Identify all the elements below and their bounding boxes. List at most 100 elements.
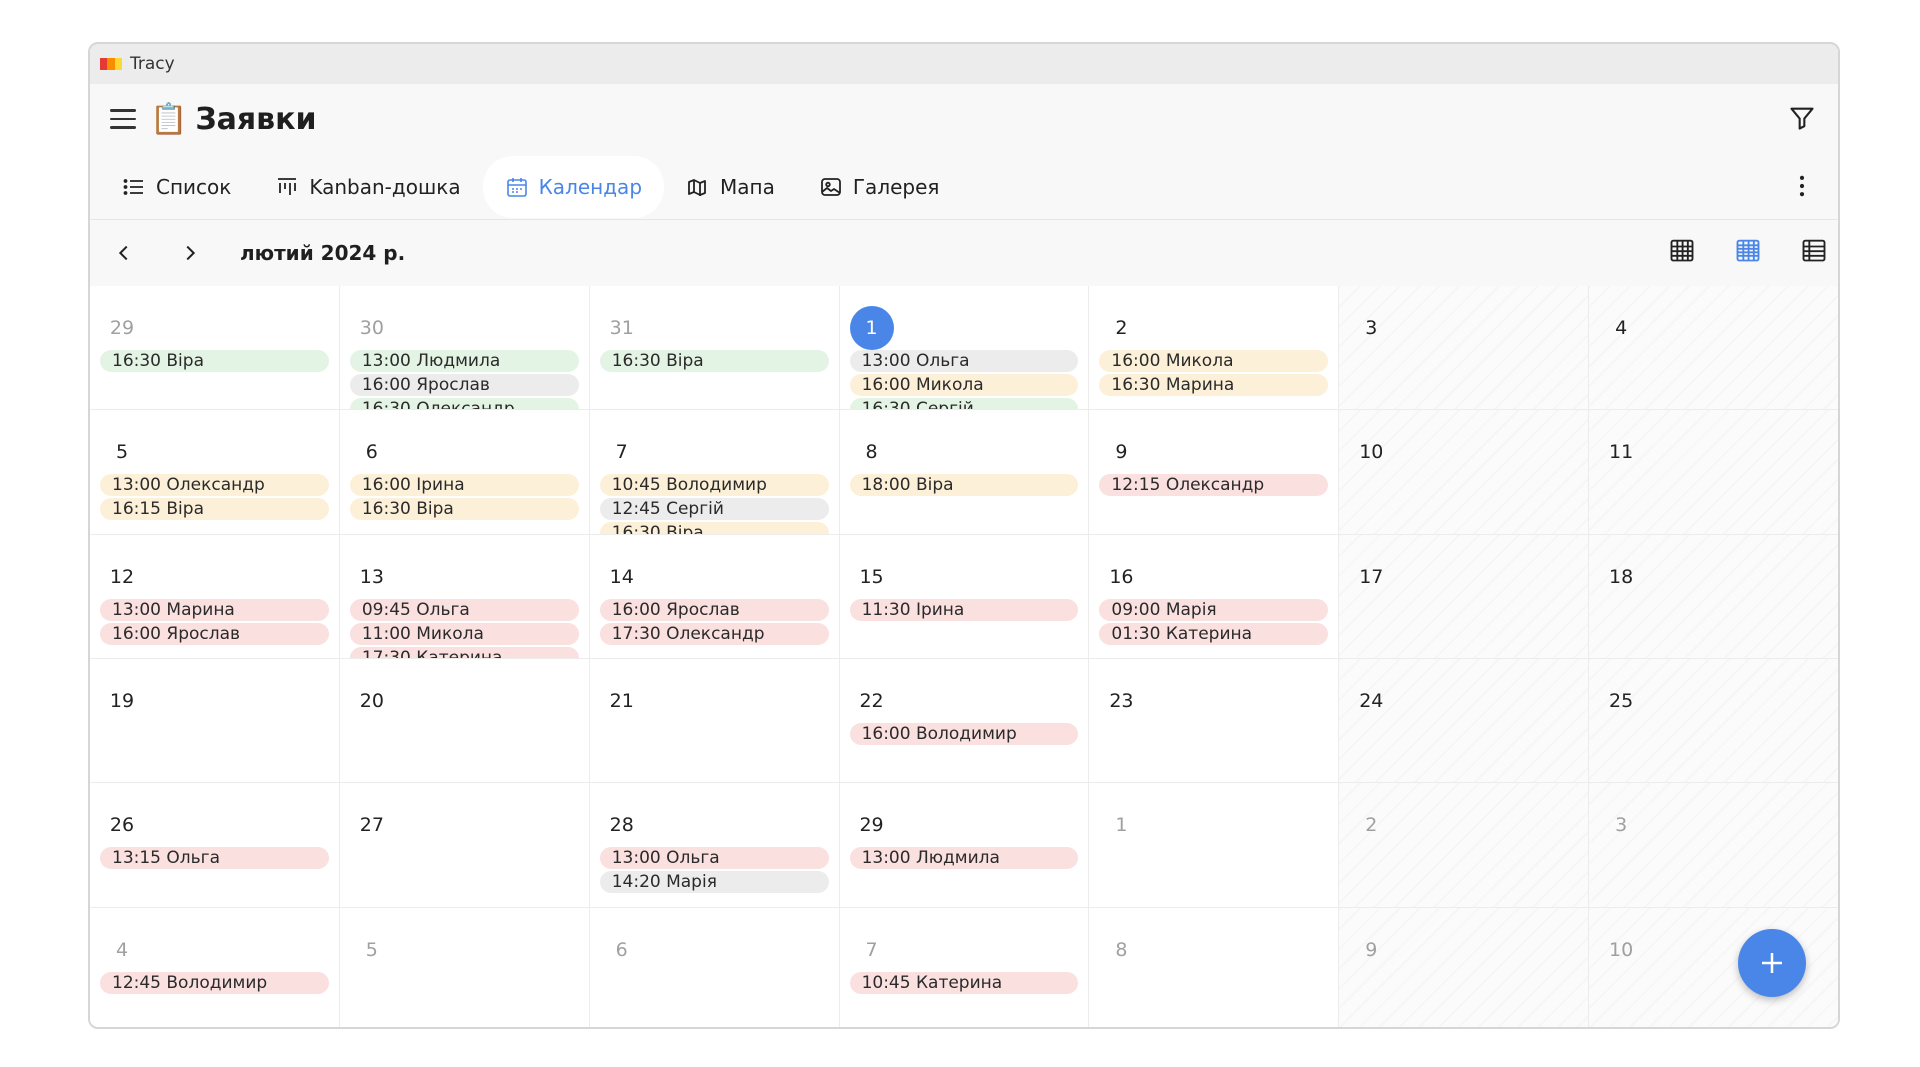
day-number: 6: [365, 441, 378, 464]
calendar-day-cell[interactable]: 4: [1589, 286, 1838, 410]
calendar-day-cell[interactable]: 8: [1089, 907, 1339, 1027]
calendar-day-cell[interactable]: 5 13:00 Олександр 16:15 Віра: [90, 410, 339, 534]
month-view-icon[interactable]: [1668, 236, 1696, 264]
calendar-event[interactable]: 13:00 Ольга: [849, 350, 1079, 372]
calendar-event[interactable]: 16:15 Віра: [100, 498, 329, 521]
calendar-event[interactable]: 16:00 Володимир: [849, 723, 1079, 745]
calendar-day-cell[interactable]: 31 16:30 Віра: [589, 286, 839, 410]
calendar-day-cell[interactable]: 10: [1339, 410, 1589, 534]
calendar-event[interactable]: 16:30 Віра: [599, 522, 829, 534]
calendar-event[interactable]: 16:00 Микола: [849, 374, 1079, 396]
week-grid-view-icon[interactable]: [1734, 236, 1762, 264]
calendar-day-cell[interactable]: 17: [1339, 534, 1589, 658]
calendar-event[interactable]: 10:45 Володимир: [599, 474, 829, 497]
calendar-event[interactable]: 13:00 Ольга: [599, 847, 829, 870]
tab-map[interactable]: Мапа: [664, 156, 797, 218]
calendar-day-cell[interactable]: 1: [1089, 783, 1339, 907]
tab-calendar[interactable]: Календар: [482, 155, 665, 218]
calendar-day-cell[interactable]: 19: [90, 659, 339, 783]
calendar-event[interactable]: 16:30 Віра: [100, 350, 329, 372]
calendar-day-cell[interactable]: 24: [1339, 659, 1589, 783]
calendar-event[interactable]: 01:30 Катерина: [1099, 622, 1329, 645]
tab-list[interactable]: Список: [100, 156, 253, 218]
calendar-day-cell[interactable]: 6 16:00 Ірина 16:30 Віра: [339, 410, 589, 534]
tab-kanban[interactable]: Kanban-дошка: [253, 156, 482, 218]
prev-month-button[interactable]: [104, 233, 144, 273]
calendar-event[interactable]: 13:00 Олександр: [100, 474, 329, 497]
calendar-event[interactable]: 18:00 Віра: [849, 474, 1079, 497]
calendar-day-cell[interactable]: 12 13:00 Марина 16:00 Ярослав: [90, 534, 339, 658]
calendar-day-cell[interactable]: 21: [589, 659, 839, 783]
calendar-day-cell[interactable]: 11: [1589, 410, 1838, 534]
calendar-day-cell[interactable]: 26 13:15 Ольга: [90, 783, 339, 907]
calendar-event[interactable]: 16:30 Сергій: [849, 398, 1079, 410]
next-month-button[interactable]: [170, 233, 210, 273]
more-vertical-icon[interactable]: [1788, 172, 1816, 200]
list-icon: [123, 178, 143, 195]
calendar-day-cell[interactable]: 8 18:00 Віра: [839, 410, 1089, 534]
calendar-event[interactable]: 13:00 Марина: [100, 598, 329, 621]
calendar-day-cell[interactable]: 9: [1339, 907, 1589, 1027]
calendar-event[interactable]: 17:30 Катерина: [349, 646, 579, 658]
calendar-event[interactable]: 12:15 Олександр: [1099, 474, 1329, 497]
calendar-day-cell[interactable]: 4 12:45 Володимир: [90, 907, 339, 1027]
calendar-day-cell[interactable]: 1 13:00 Ольга 16:00 Микола 16:30 Сергій: [839, 286, 1089, 410]
calendar-event[interactable]: 16:30 Віра: [349, 498, 579, 521]
day-events: 13:00 Ольга 14:20 Марія: [599, 847, 829, 894]
calendar-event[interactable]: 16:00 Ярослав: [599, 598, 829, 621]
calendar-day-cell[interactable]: 16 09:00 Марія 01:30 Катерина: [1089, 534, 1339, 658]
calendar-event[interactable]: 11:30 Ірина: [849, 598, 1079, 621]
calendar-day-cell[interactable]: 29 16:30 Віра: [90, 286, 339, 410]
calendar-event[interactable]: 16:00 Микола: [1099, 350, 1329, 372]
calendar-event[interactable]: 16:30 Віра: [599, 350, 829, 372]
calendar-day-cell[interactable]: 2 16:00 Микола 16:30 Марина: [1089, 286, 1339, 410]
filter-icon[interactable]: [1788, 104, 1816, 132]
calendar-day-cell[interactable]: 18: [1589, 534, 1838, 658]
calendar-day-cell[interactable]: 2: [1339, 783, 1589, 907]
calendar-event[interactable]: 14:20 Марія: [599, 871, 829, 894]
add-request-button[interactable]: [1738, 929, 1806, 997]
calendar-day-cell[interactable]: 6: [589, 907, 839, 1027]
calendar-event[interactable]: 09:45 Ольга: [349, 598, 579, 621]
calendar-day-cell[interactable]: 28 13:00 Ольга 14:20 Марія: [589, 783, 839, 907]
calendar-day-cell[interactable]: 30 13:00 Людмила 16:00 Ярослав 16:30 Олекса…: [339, 286, 589, 410]
calendar-day-cell[interactable]: 3: [1589, 783, 1838, 907]
calendar-event[interactable]: 16:00 Ярослав: [349, 374, 579, 396]
calendar-day-cell[interactable]: 20: [339, 659, 589, 783]
tab-gallery[interactable]: Галерея: [797, 156, 962, 218]
calendar-event[interactable]: 09:00 Марія: [1099, 598, 1329, 621]
calendar-day-cell[interactable]: 7 10:45 Володимир 12:45 Сергій 16:30 Віра: [589, 410, 839, 534]
agenda-view-icon[interactable]: [1800, 236, 1828, 264]
calendar-day-cell[interactable]: 25: [1589, 659, 1838, 783]
calendar-day-cell[interactable]: 5: [339, 907, 589, 1027]
calendar-event[interactable]: 16:30 Олександр: [349, 398, 579, 410]
calendar-day-cell[interactable]: 13 09:45 Ольга 11:00 Микола 17:30 Катерина: [339, 534, 589, 658]
calendar-day-cell[interactable]: 9 12:15 Олександр: [1089, 410, 1339, 534]
day-events: 10:45 Володимир 12:45 Сергій 16:30 Віра: [599, 474, 829, 534]
kanban-icon: [278, 177, 297, 195]
calendar-day-cell[interactable]: 15 11:30 Ірина: [839, 534, 1089, 658]
day-number: 12: [109, 565, 135, 588]
calendar-day-cell[interactable]: 7 10:45 Катерина: [839, 907, 1089, 1027]
calendar-day-cell[interactable]: 23: [1089, 659, 1339, 783]
calendar-event[interactable]: 13:15 Ольга: [100, 847, 329, 870]
calendar-event[interactable]: 11:00 Микола: [349, 622, 579, 645]
calendar-event[interactable]: 10:45 Катерина: [849, 971, 1079, 994]
chevron-left-icon: [118, 245, 128, 261]
day-number: 31: [609, 317, 634, 339]
calendar-day-cell[interactable]: 27: [339, 783, 589, 907]
calendar-day-cell[interactable]: 14 16:00 Ярослав 17:30 Олександр: [589, 534, 839, 658]
calendar-event[interactable]: 13:00 Людмила: [349, 350, 579, 372]
calendar-event[interactable]: 12:45 Володимир: [100, 971, 329, 994]
calendar-event[interactable]: 16:00 Ірина: [349, 474, 579, 497]
day-number: 4: [1615, 317, 1628, 339]
calendar-event[interactable]: 12:45 Сергій: [599, 498, 829, 521]
calendar-event[interactable]: 17:30 Олександр: [599, 622, 829, 645]
calendar-event[interactable]: 13:00 Людмила: [849, 847, 1079, 870]
calendar-day-cell[interactable]: 29 13:00 Людмила: [839, 783, 1089, 907]
calendar-day-cell[interactable]: 22 16:00 Володимир: [839, 659, 1089, 783]
calendar-event[interactable]: 16:00 Ярослав: [100, 622, 329, 645]
calendar-event[interactable]: 16:30 Марина: [1099, 374, 1329, 396]
calendar-day-cell[interactable]: 3: [1339, 286, 1589, 410]
hamburger-menu-icon[interactable]: [110, 106, 136, 132]
